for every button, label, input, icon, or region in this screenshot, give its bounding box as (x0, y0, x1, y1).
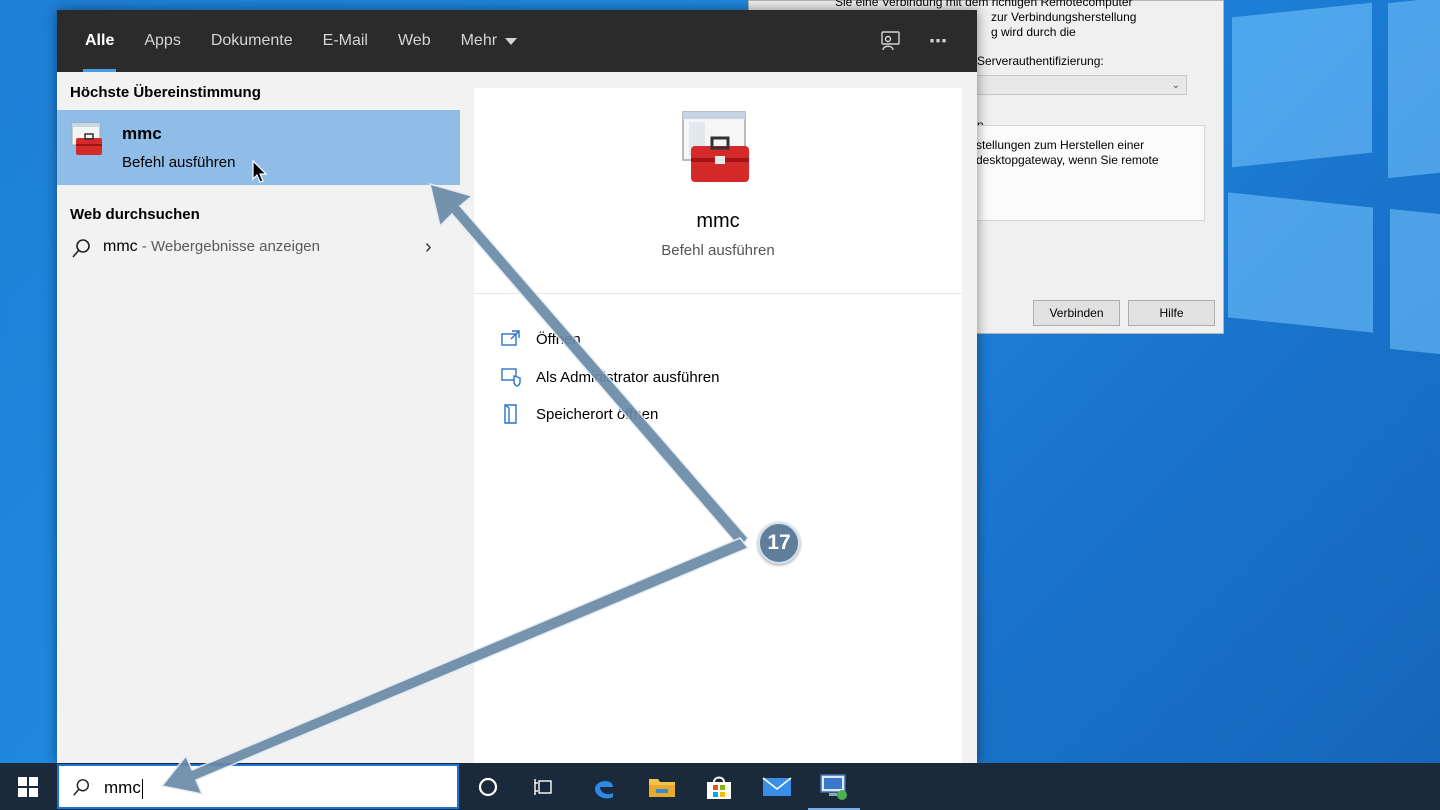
best-match-heading: Höchste Übereinstimmung (70, 84, 261, 101)
cortana-icon[interactable] (470, 769, 506, 805)
web-search-query: mmc (103, 238, 138, 255)
chevron-down-icon: ⌄ (1171, 80, 1180, 91)
desktop-logo-pane (1388, 0, 1440, 179)
windows-logo-icon (18, 776, 38, 797)
more-options-icon[interactable]: ⋯ (926, 28, 952, 54)
action-label: Öffnen (536, 330, 581, 348)
group-text: stellungen zum Herstellen einer (976, 138, 1145, 152)
action-label: Speicherort öffnen (536, 405, 659, 423)
preview-pane: mmc Befehl ausführen Öffnen Als Administ… (474, 88, 962, 764)
tab-label: Dokumente (210, 32, 293, 49)
mmc-toolbox-icon (682, 111, 749, 182)
connect-button[interactable]: Verbinden (1033, 300, 1120, 326)
file-location-icon (504, 404, 517, 424)
file-explorer-icon[interactable] (644, 769, 680, 805)
tab-documents[interactable]: Dokumente (196, 10, 308, 72)
task-view-icon[interactable] (526, 769, 562, 805)
admin-shield-icon (501, 368, 521, 387)
search-panel: Alle Apps Dokumente E-Mail Web Mehr ⋯ Hö… (57, 10, 977, 764)
tab-all[interactable]: Alle (70, 10, 129, 72)
search-icon (72, 239, 90, 258)
search-value-text: mmc (104, 778, 141, 797)
taskbar-search-input[interactable]: mmc (57, 764, 459, 809)
search-icon (73, 779, 89, 796)
dialog-text: g wird durch die (991, 25, 1076, 39)
mail-icon[interactable] (759, 769, 795, 805)
best-match-title: mmc (122, 124, 162, 143)
tab-label: E-Mail (322, 32, 368, 49)
tab-email[interactable]: E-Mail (308, 10, 383, 72)
caret-down-icon (505, 37, 518, 45)
web-search-heading: Web durchsuchen (70, 206, 200, 223)
best-match-subtitle: Befehl ausführen (122, 154, 236, 171)
server-auth-dropdown[interactable]: ⌄ (975, 75, 1187, 95)
open-icon (501, 330, 520, 346)
tab-label: Web (397, 32, 431, 49)
help-button[interactable]: Hilfe (1128, 300, 1215, 326)
web-search-item[interactable]: mmc - Webergebnisse anzeigen › (57, 232, 460, 270)
tab-more[interactable]: Mehr (446, 10, 532, 72)
store-icon[interactable] (701, 769, 737, 805)
preview-title: mmc (696, 210, 740, 232)
divider (474, 293, 962, 294)
mouse-pointer-icon (252, 160, 268, 183)
search-value: mmc (104, 778, 143, 799)
edge-icon[interactable] (586, 769, 622, 805)
desktop-logo-pane (1232, 2, 1372, 168)
remote-desktop-icon[interactable] (808, 769, 860, 810)
server-auth-label: Serverauthentifizierung: (977, 54, 1104, 68)
desktop-logo-pane (1228, 192, 1373, 333)
tab-web[interactable]: Web (383, 10, 446, 72)
mmc-toolbox-icon (71, 122, 102, 155)
action-open-location[interactable]: Speicherort öffnen (500, 402, 658, 426)
tab-label: Alle (85, 32, 115, 49)
dialog-text: Sie eine Verbindung mit dem richtigen Re… (835, 0, 1133, 9)
action-run-as-admin[interactable]: Als Administrator ausführen (500, 365, 719, 389)
step-badge: 17 (758, 522, 800, 564)
web-search-hint: - Webergebnisse anzeigen (137, 238, 320, 255)
taskbar: mmc (0, 763, 1440, 810)
text-caret (141, 778, 143, 799)
web-search-text: mmc - Webergebnisse anzeigen (103, 238, 320, 256)
group-text: desktopgateway, wenn Sie remote (976, 153, 1159, 167)
search-tabs-bar: Alle Apps Dokumente E-Mail Web Mehr ⋯ (57, 10, 977, 72)
action-label: Als Administrator ausführen (536, 368, 720, 386)
gateway-group: stellungen zum Herstellen einer desktopg… (975, 125, 1205, 221)
action-open[interactable]: Öffnen (500, 327, 581, 351)
desktop-logo-pane (1390, 208, 1440, 356)
tab-apps[interactable]: Apps (129, 10, 195, 72)
start-button[interactable] (0, 763, 56, 810)
feedback-icon[interactable] (877, 28, 903, 54)
preview-description: Befehl ausführen (661, 242, 775, 259)
tab-label: Mehr (460, 32, 498, 49)
tab-label: Apps (144, 32, 181, 49)
dialog-text: zur Verbindungsherstellung (991, 10, 1137, 24)
chevron-right-icon: › (425, 236, 432, 258)
